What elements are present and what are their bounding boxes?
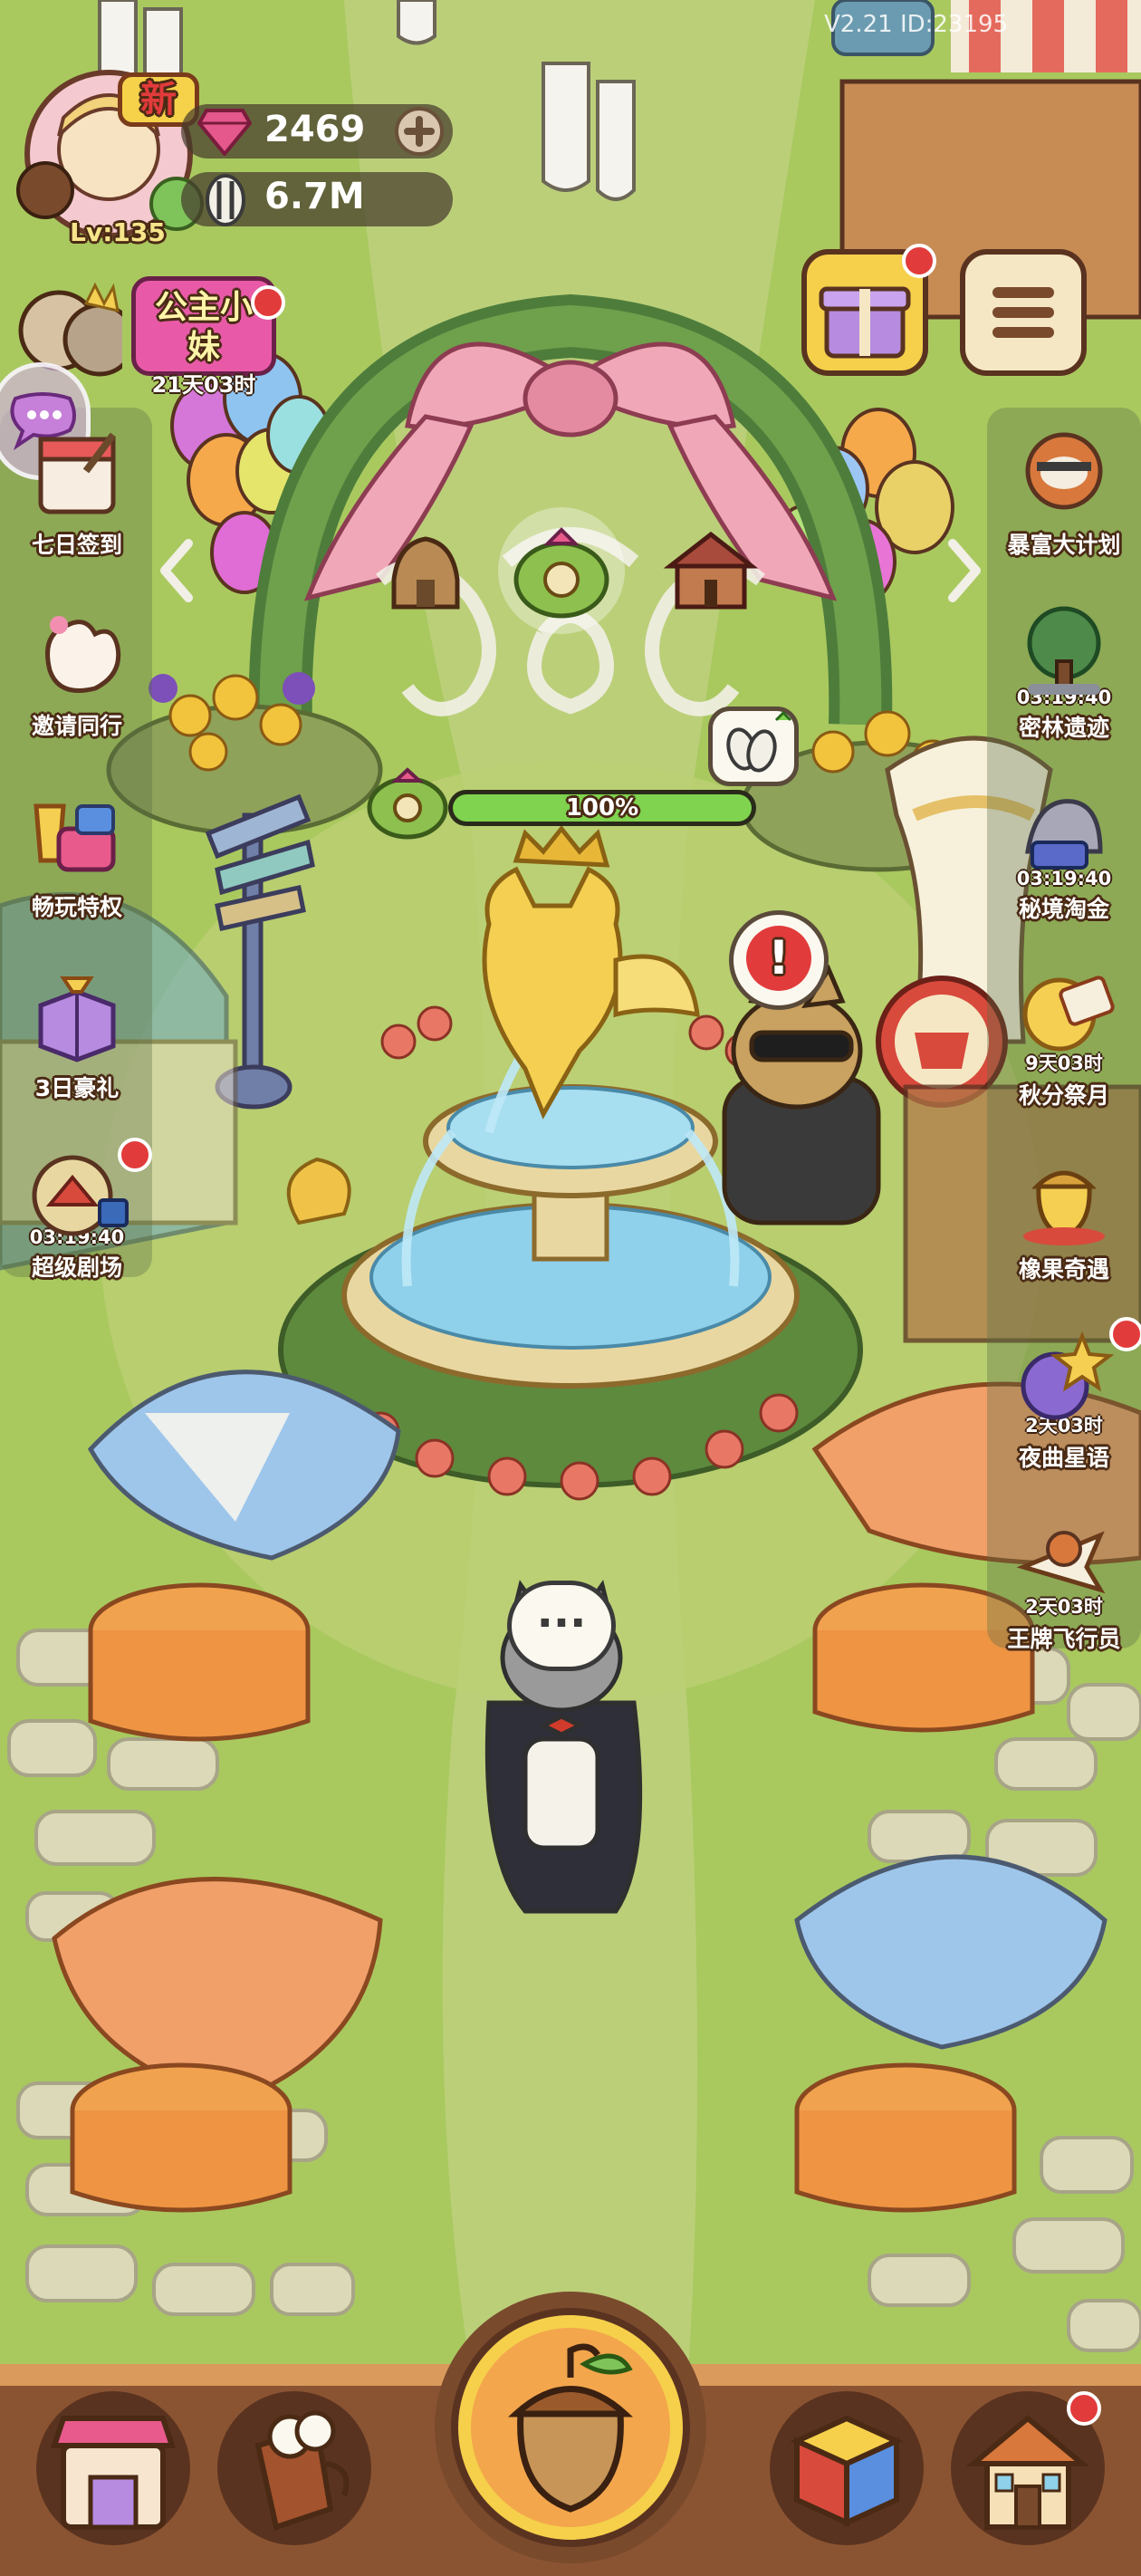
chevron-left-icon (160, 539, 193, 602)
right-menu-acorn-adventure[interactable]: 橡果奇遇 (992, 1141, 1136, 1284)
add-gems-button[interactable] (395, 107, 444, 156)
gem-count: 2469 (264, 109, 366, 150)
gift-box-icon (23, 960, 131, 1069)
cube-icon (790, 2415, 904, 2527)
right-menu-autumn-moon[interactable]: 9天03时 秋分祭月 (992, 960, 1136, 1110)
menu-icon (992, 287, 1054, 338)
gift-button[interactable] (801, 244, 936, 376)
left-menu-super-theater[interactable]: 03:19:40 超级剧场 (5, 1138, 152, 1283)
right-menu-label-6: 王牌飞行员 (1007, 1626, 1121, 1652)
progress-percent-text: 100% (565, 794, 639, 822)
carousel-prev-arrow[interactable] (154, 534, 199, 607)
right-menu-label-2: 秘境淘金 (1018, 896, 1109, 922)
sunflower-seed-icon (201, 174, 250, 226)
golden-acorn-icon (1010, 1141, 1118, 1250)
left-menu-invite[interactable]: 邀请同行 (5, 598, 149, 741)
house-notification-dot (1067, 2391, 1101, 2426)
left-menu-seven-day-checkin[interactable]: 七日签到 (5, 417, 149, 560)
nav-house-button[interactable] (951, 2391, 1105, 2545)
right-menu-ace-pilot[interactable]: 2天03时 王牌飞行员 (992, 1504, 1136, 1654)
version-text: V2.21 ID:23195 (824, 11, 1009, 38)
star-net-icon (1010, 1317, 1141, 1431)
menu-button[interactable] (960, 249, 1087, 376)
cat-speech-bubble[interactable]: ... (507, 1581, 616, 1671)
left-menu-vip-privilege[interactable]: 畅玩特权 (5, 779, 149, 922)
drink-icon (254, 2410, 350, 2531)
left-menu-label-1: 邀请同行 (31, 713, 122, 739)
schoolhouse-icon (663, 531, 759, 610)
bakery-building-icon (391, 536, 460, 610)
nocturne-notification-dot (1109, 1317, 1141, 1351)
princess-notification-dot (251, 285, 285, 320)
nav-drink-button[interactable] (217, 2391, 371, 2545)
theater-notification-dot (118, 1138, 152, 1172)
right-menu-label-1: 密林遗迹 (1018, 715, 1109, 741)
right-menu-get-rich-plan[interactable]: 暴富大计划 (992, 417, 1136, 560)
right-menu-label-5: 夜曲星语 (1018, 1445, 1109, 1471)
build-progress: 100% (358, 767, 765, 842)
nav-acorn-main-button[interactable] (435, 2292, 706, 2563)
moon-cake-icon (1010, 960, 1118, 1069)
left-menu-three-day-gift[interactable]: 3日豪礼 (5, 960, 149, 1103)
left-menu-label-0: 七日签到 (31, 532, 122, 558)
teapot-progress-icon (367, 767, 448, 840)
left-menu-label-4: 超级剧场 (31, 1254, 122, 1281)
right-menu-forest-ruins[interactable]: 03:19:40 密林遗迹 (992, 598, 1136, 743)
carousel-item-bakery[interactable] (380, 525, 471, 616)
carousel-item-schoolhouse[interactable] (661, 525, 761, 616)
chevron-right-icon (948, 539, 981, 602)
mine-cart-icon (1010, 779, 1118, 888)
acorn-icon (507, 2343, 634, 2513)
vip-icon (23, 779, 131, 888)
new-badge-text: 新 (140, 79, 177, 120)
princess-title: 公主小妹 (154, 289, 253, 366)
carousel-next-arrow[interactable] (942, 534, 987, 607)
carousel-item-teapot-selected[interactable] (498, 507, 625, 634)
speech-dots: ... (536, 1587, 587, 1638)
left-menu-label-3: 3日豪礼 (34, 1075, 120, 1101)
tree-icon (1010, 598, 1118, 706)
left-menu-label-2: 畅玩特权 (31, 894, 122, 920)
alert-icon-circle: ! (746, 926, 811, 991)
nav-shop-button[interactable] (36, 2391, 190, 2545)
princess-timer: 21天03时 (151, 372, 256, 398)
plus-icon (404, 116, 435, 147)
right-menu-nocturne-star[interactable]: 2天03时 夜曲星语 (992, 1317, 1141, 1473)
right-menu-label-3: 秋分祭月 (1018, 1082, 1109, 1109)
building-carousel (154, 507, 987, 634)
gift-notification-dot (902, 244, 936, 278)
right-menu-label-4: 橡果奇遇 (1018, 1256, 1109, 1283)
raccoon-icon (1010, 417, 1118, 525)
gem-icon (197, 107, 253, 158)
alert-bubble[interactable]: ! (729, 910, 829, 1010)
pilot-plane-icon (1010, 1504, 1118, 1612)
alert-mark: ! (768, 931, 790, 985)
teapot-house-icon (513, 527, 609, 619)
theater-icon (23, 1138, 152, 1250)
player-avatar[interactable]: 新 Lv:135 (9, 54, 208, 254)
shop-icon (50, 2416, 177, 2530)
calendar-icon (23, 417, 131, 525)
hand-wave-icon (23, 598, 131, 706)
right-menu-label-0: 暴富大计划 (1007, 532, 1121, 558)
right-menu-secret-gold[interactable]: 03:19:40 秘境淘金 (992, 779, 1136, 924)
seed-count: 6.7M (264, 176, 365, 217)
player-level: Lv:135 (70, 217, 166, 247)
nav-cube-button[interactable] (770, 2391, 924, 2545)
